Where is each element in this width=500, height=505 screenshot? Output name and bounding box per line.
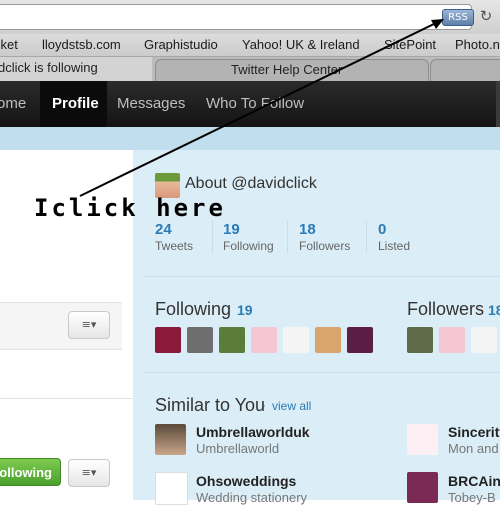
similar-avatar[interactable]	[407, 472, 438, 503]
similar-avatar[interactable]	[155, 424, 186, 455]
nav-who-to-follow[interactable]: Who To Follow	[206, 95, 304, 112]
similar-handle: Mon and	[448, 441, 499, 456]
followers-count[interactable]: 18	[488, 302, 500, 318]
reload-icon[interactable]: ↻	[477, 6, 495, 26]
view-all-link[interactable]: view all	[272, 399, 311, 413]
tab-label: Twitter Help Center	[231, 62, 343, 77]
bookmark-item[interactable]: SitePoint	[384, 37, 436, 52]
similar-name[interactable]: Sincerity	[448, 424, 500, 440]
similar-avatar[interactable]	[407, 424, 438, 455]
separator-dot: ·	[262, 398, 266, 412]
following-avatar[interactable]	[155, 327, 181, 353]
following-avatar[interactable]	[315, 327, 341, 353]
divider	[0, 398, 133, 399]
following-count[interactable]: 19	[237, 302, 253, 318]
similar-name[interactable]: BRCAin	[448, 473, 500, 489]
bookmark-item[interactable]: Graphistudio	[144, 37, 218, 52]
stat-followers-count[interactable]: 18	[299, 221, 316, 238]
tab-following[interactable]: dclick is following	[0, 57, 152, 81]
stat-listed-count[interactable]: 0	[378, 221, 386, 238]
list-icon[interactable]: ≡▾	[68, 459, 110, 487]
bookmark-item[interactable]: cket	[0, 37, 18, 52]
similar-handle: Wedding stationery	[196, 490, 308, 505]
bookmark-item[interactable]: lloydstsb.com	[42, 37, 121, 52]
nav-messages[interactable]: Messages	[117, 95, 185, 112]
bookmark-item[interactable]: Photo.n	[455, 37, 500, 52]
list-icon[interactable]: ≡▾	[68, 311, 110, 339]
followers-title[interactable]: Followers	[407, 299, 484, 320]
similar-name[interactable]: Umbrellaworlduk	[196, 424, 310, 440]
stat-listed-label[interactable]: Listed	[378, 239, 410, 253]
following-avatar[interactable]	[251, 327, 277, 353]
following-avatar[interactable]	[347, 327, 373, 353]
similar-title: Similar to You	[155, 395, 266, 415]
following-button[interactable]: ollowing	[0, 458, 61, 486]
tab-twitter-help-center[interactable]: Twitter Help Center	[155, 59, 429, 82]
following-title[interactable]: Following	[155, 299, 231, 320]
divider	[145, 276, 500, 277]
address-field[interactable]	[0, 4, 472, 30]
stat-divider	[366, 221, 367, 253]
following-avatar[interactable]	[219, 327, 245, 353]
following-avatar[interactable]	[187, 327, 213, 353]
stat-following-count[interactable]: 19	[223, 221, 240, 238]
following-avatar[interactable]	[283, 327, 309, 353]
stat-tweets-label[interactable]: Tweets	[155, 239, 193, 253]
follower-avatar[interactable]	[471, 327, 497, 353]
follower-avatar[interactable]	[439, 327, 465, 353]
tab-label: dclick is following	[0, 60, 98, 75]
annotation-text: Iclick here	[34, 194, 226, 222]
nav-divider	[496, 81, 500, 127]
similar-avatar[interactable]	[155, 472, 188, 505]
rss-button[interactable]: RSS	[442, 9, 474, 26]
about-title: About @davidclick	[185, 175, 317, 192]
nav-profile[interactable]: Profile	[52, 95, 99, 112]
follower-avatar[interactable]	[407, 327, 433, 353]
similar-handle: Tobey-B	[448, 490, 496, 505]
stat-followers-label[interactable]: Followers	[299, 239, 350, 253]
stat-tweets-count[interactable]: 24	[155, 221, 172, 238]
stat-divider	[287, 221, 288, 253]
divider	[145, 372, 500, 373]
similar-handle: Umbrellaworld	[196, 441, 280, 456]
bookmark-item[interactable]: Yahoo! UK & Ireland	[242, 37, 360, 52]
nav-home[interactable]: ome	[0, 95, 26, 112]
stat-following-label[interactable]: Following	[223, 239, 274, 253]
similar-name[interactable]: Ohsoweddings	[196, 473, 296, 489]
tab-extra[interactable]	[430, 59, 500, 82]
stat-divider	[212, 221, 213, 253]
